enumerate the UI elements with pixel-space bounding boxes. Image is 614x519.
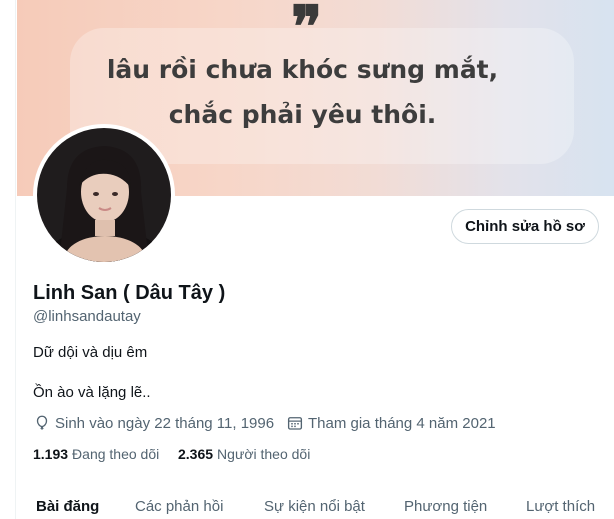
banner-quote-line-1: lâu rồi chưa khóc sưng mắt, xyxy=(106,55,499,84)
bio-line-2: Ồn ào và lặng lẽ.. xyxy=(33,384,151,401)
quote-mark-icon: ❞ xyxy=(291,0,322,61)
left-column-divider xyxy=(0,0,16,519)
tab-likes[interactable]: Lượt thích xyxy=(526,498,595,515)
birth-date-text: Sinh vào ngày 22 tháng 11, 1996 xyxy=(55,414,275,432)
tab-replies[interactable]: Các phản hồi xyxy=(135,498,223,515)
tab-posts[interactable]: Bài đăng xyxy=(36,498,99,515)
avatar-photo xyxy=(37,128,171,262)
profile-handle: @linhsandautay xyxy=(33,308,141,325)
bio-line-1: Dữ dội và dịu êm xyxy=(33,344,148,361)
balloon-icon xyxy=(36,415,48,430)
join-date: Tham gia tháng 4 năm 2021 xyxy=(286,414,496,432)
join-date-text: Tham gia tháng 4 năm 2021 xyxy=(308,414,496,432)
profile-name: Linh San ( Dâu Tây ) xyxy=(33,282,226,304)
following-label: Đang theo dõi xyxy=(72,446,160,462)
following-link[interactable]: 1.193 Đang theo dõi xyxy=(33,446,159,462)
followers-count: 2.365 xyxy=(178,446,214,462)
followers-label: Người theo dõi xyxy=(217,446,311,462)
birth-date: Sinh vào ngày 22 tháng 11, 1996 xyxy=(33,414,274,432)
followers-link[interactable]: 2.365 Người theo dõi xyxy=(178,446,310,462)
tab-highlights[interactable]: Sự kiện nổi bật xyxy=(264,498,365,515)
edit-profile-button[interactable]: Chỉnh sửa hồ sơ xyxy=(451,209,599,244)
tab-media[interactable]: Phương tiện xyxy=(404,498,487,515)
avatar[interactable] xyxy=(33,124,175,266)
following-count: 1.193 xyxy=(33,446,69,462)
calendar-icon xyxy=(287,417,303,430)
profile-tabs: Bài đăng Các phản hồi Sự kiện nổi bật Ph… xyxy=(17,488,614,519)
